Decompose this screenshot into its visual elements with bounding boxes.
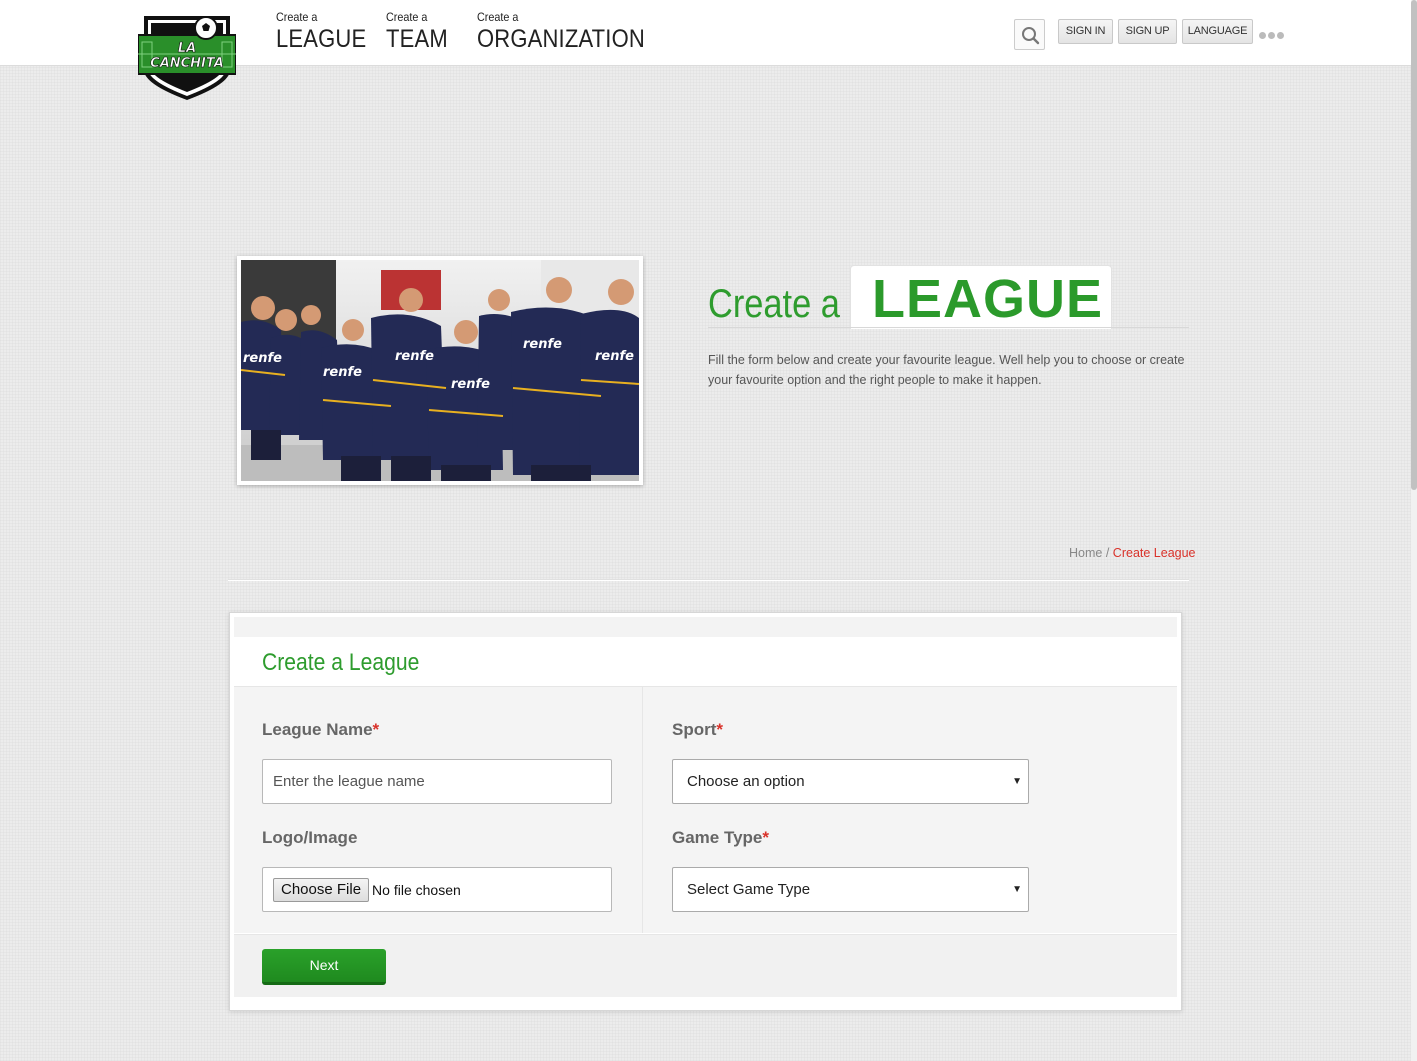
league-name-label: League Name* xyxy=(262,720,379,740)
sign-up-button[interactable]: SIGN UP xyxy=(1118,19,1177,44)
language-button[interactable]: LANGUAGE xyxy=(1182,19,1253,44)
page-scrollbar[interactable] xyxy=(1411,0,1417,1061)
photo-jersey-text-5: renfe xyxy=(523,337,562,352)
hero-rugby-photo: renfe renfe renfe renfe renfe renfe xyxy=(237,256,643,485)
nav-create-league[interactable]: Create a LEAGUE xyxy=(276,10,379,53)
breadcrumb-separator: / xyxy=(1105,546,1110,560)
more-dots-icon[interactable] xyxy=(1259,26,1286,44)
logo-image-label-text: Logo/Image xyxy=(262,828,358,847)
search-icon xyxy=(1022,27,1040,45)
chevron-down-icon: ▼ xyxy=(1012,884,1022,895)
breadcrumb-current: Create League xyxy=(1112,546,1196,560)
nav-create-organization[interactable]: Create a ORGANIZATION xyxy=(477,10,668,53)
league-name-label-text: League Name xyxy=(262,720,373,739)
scrollbar-thumb[interactable] xyxy=(1411,0,1417,490)
hero-league-title: LEAGUE xyxy=(872,269,1104,329)
choose-file-button[interactable]: Choose File xyxy=(273,878,370,903)
sport-label-text: Sport xyxy=(672,720,717,739)
logo-text-canchita: CANCHITA xyxy=(150,56,224,71)
photo-jersey-text-1: renfe xyxy=(243,351,282,366)
nav-organization-small: Create a xyxy=(477,10,519,24)
logo-file-input[interactable]: Choose File No file chosen xyxy=(262,867,612,912)
sign-in-button[interactable]: SIGN IN xyxy=(1058,19,1113,44)
next-button[interactable]: Next xyxy=(262,949,386,985)
create-league-form-panel: Create a League League Name* Enter the l… xyxy=(229,612,1182,1011)
nav-team-small: Create a xyxy=(386,10,428,24)
required-mark: * xyxy=(372,720,380,739)
form-column-divider xyxy=(642,687,643,933)
photo-jersey-text-6: renfe xyxy=(595,349,634,364)
file-status-text: No file chosen xyxy=(372,881,461,898)
section-divider xyxy=(228,579,1189,580)
hero-divider xyxy=(708,327,1189,328)
game-type-label-text: Game Type xyxy=(672,828,763,847)
panel-top-strip xyxy=(234,617,1177,637)
form-title: Create a League xyxy=(262,649,420,676)
league-name-input[interactable]: Enter the league name xyxy=(262,759,612,804)
required-mark: * xyxy=(716,720,724,739)
breadcrumb-home[interactable]: Home xyxy=(1069,546,1102,560)
game-type-selected-value: Select Game Type xyxy=(687,881,811,898)
nav-create-team[interactable]: Create a TEAM xyxy=(386,10,456,53)
logo-image-label: Logo/Image xyxy=(262,828,357,848)
photo-jersey-text-2: renfe xyxy=(323,365,362,380)
la-canchita-logo[interactable]: LA CANCHITA xyxy=(137,12,237,102)
search-button[interactable] xyxy=(1014,19,1045,50)
game-type-label: Game Type* xyxy=(672,828,769,848)
photo-jersey-text-4: renfe xyxy=(451,377,490,392)
nav-league-big: LEAGUE xyxy=(276,25,367,53)
chevron-down-icon: ▼ xyxy=(1012,776,1022,787)
sport-label: Sport* xyxy=(672,720,723,740)
league-name-placeholder: Enter the league name xyxy=(273,773,425,790)
nav-organization-big: ORGANIZATION xyxy=(477,25,645,53)
hero-description: Fill the form below and create your favo… xyxy=(708,353,1185,387)
breadcrumb: Home / Create League xyxy=(1069,546,1196,560)
game-type-select[interactable]: Select Game Type ▼ xyxy=(672,867,1029,912)
required-mark: * xyxy=(762,828,770,847)
logo-text-la: LA xyxy=(178,41,196,56)
nav-team-big: TEAM xyxy=(386,25,448,53)
nav-league-small: Create a xyxy=(276,10,318,24)
photo-jersey-text-3: renfe xyxy=(395,349,434,364)
hero-create-a: Create a xyxy=(708,282,840,326)
sport-select[interactable]: Choose an option ▼ xyxy=(672,759,1029,804)
sport-selected-value: Choose an option xyxy=(687,773,805,790)
